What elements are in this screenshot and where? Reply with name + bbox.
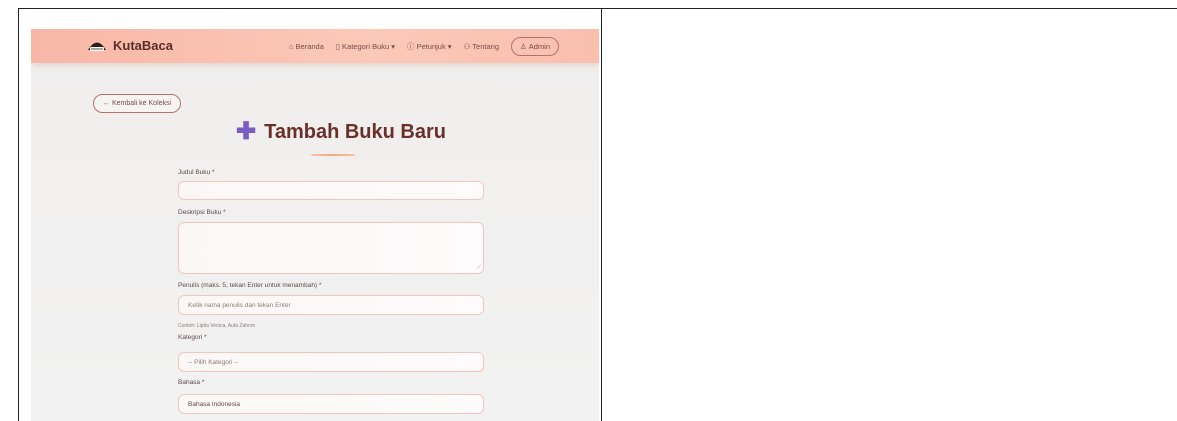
info-icon: ⓘ <box>407 42 415 51</box>
resize-handle-icon[interactable]: ⟋ <box>477 265 481 272</box>
home-icon: ⌂ <box>289 42 294 51</box>
admin-label: Admin <box>528 42 550 51</box>
penulis-label: Penulis (maks. 5, tekan Enter untuk mena… <box>178 282 322 289</box>
nav-label: Beranda <box>295 42 324 51</box>
left-panel: KutaBaca ⌂ Beranda ▯ Kategori Buku ▾ ⓘ P… <box>18 8 602 421</box>
app-screenshot: KutaBaca ⌂ Beranda ▯ Kategori Buku ▾ ⓘ P… <box>31 29 599 421</box>
back-to-collection-button[interactable]: ← Kembali ke Koleksi <box>93 94 182 113</box>
right-panel <box>602 8 1177 421</box>
logo-icon <box>88 42 106 51</box>
page-title-text: Tambah Buku Baru <box>264 120 446 143</box>
book-icon: ▯ <box>335 42 341 51</box>
nav-beranda[interactable]: ⌂ Beranda <box>289 42 324 51</box>
nav-label: Kategori Buku ▾ <box>342 42 396 51</box>
plus-icon: ✚ <box>236 118 257 145</box>
kategori-label: Kategori * <box>178 334 207 341</box>
nav-kategori-buku[interactable]: ▯ Kategori Buku ▾ <box>336 42 395 51</box>
nav-tentang[interactable]: ⚇ Tentang <box>464 42 499 51</box>
deskripsi-textarea[interactable]: ⟋ <box>178 222 484 274</box>
bahasa-label: Bahasa * <box>178 379 205 386</box>
page-title: ✚ Tambah Buku Baru <box>236 120 446 144</box>
people-icon: ⚇ <box>463 42 471 51</box>
nav-petunjuk[interactable]: ⓘ Petunjuk ▾ <box>407 41 452 52</box>
user-icon: ♙ <box>520 42 527 51</box>
judul-label: Judul Buku * <box>178 169 215 176</box>
nav-label: Petunjuk ▾ <box>416 42 452 51</box>
nav-menu: ⌂ Beranda ▯ Kategori Buku ▾ ⓘ Petunjuk ▾… <box>289 37 559 56</box>
penulis-hint: Contoh: Liptia Venica, Aufa Zahron <box>178 323 256 329</box>
deskripsi-label: Deskripsi Buku * <box>178 209 226 216</box>
brand[interactable]: KutaBaca <box>86 37 173 53</box>
navbar: KutaBaca ⌂ Beranda ▯ Kategori Buku ▾ ⓘ P… <box>31 29 599 63</box>
penulis-input[interactable]: Ketik nama penulis dan tekan Enter <box>178 295 484 315</box>
judul-input[interactable] <box>178 181 484 200</box>
title-underline <box>311 154 355 156</box>
admin-button[interactable]: ♙ Admin <box>511 37 559 56</box>
brand-name: KutaBaca <box>113 37 173 53</box>
kategori-select[interactable]: -- Pilih Kategori -- <box>178 352 484 372</box>
nav-label: Tentang <box>472 42 499 51</box>
bahasa-input[interactable]: Bahasa Indonesia <box>178 394 484 414</box>
